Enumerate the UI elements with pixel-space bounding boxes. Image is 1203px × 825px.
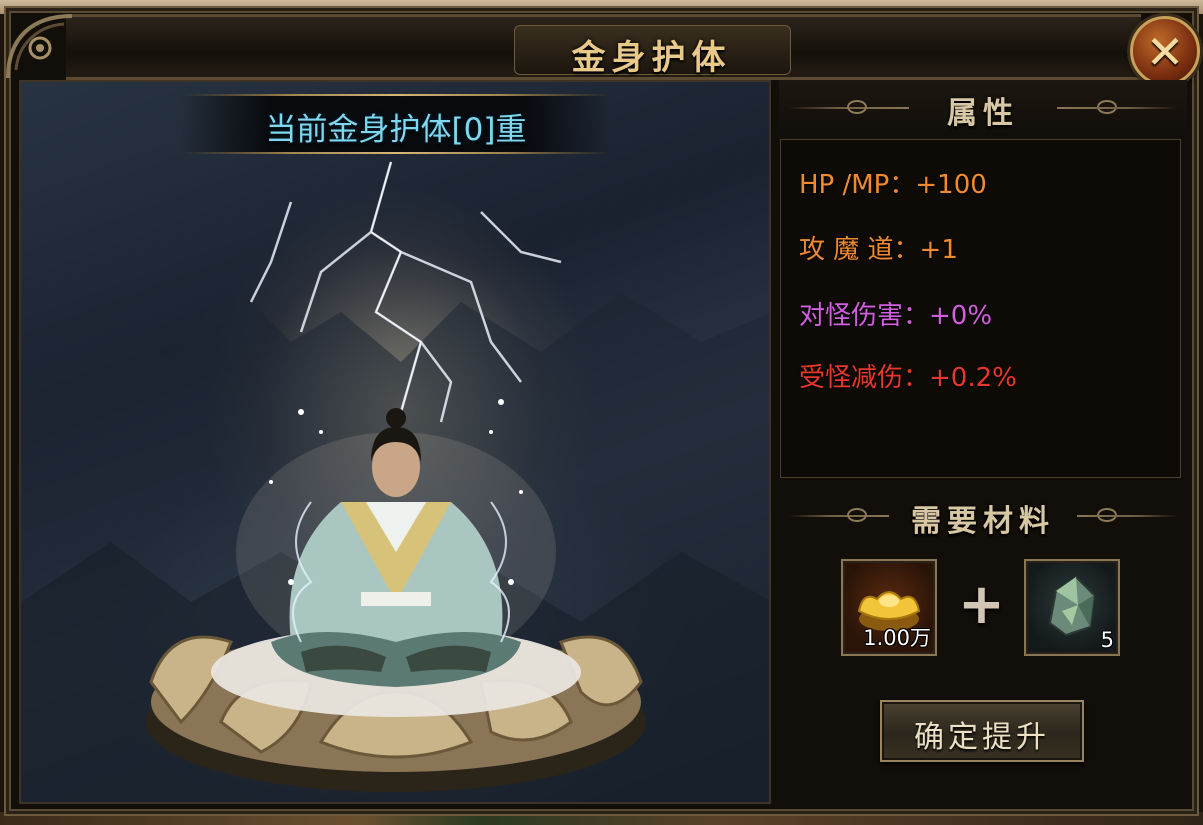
close-button[interactable]: ✕ [1130, 16, 1200, 86]
attributes-title: 属性 [947, 96, 1019, 131]
materials-header: 需要材料 [779, 488, 1187, 544]
character-scene-illustration [21, 161, 769, 802]
window-title: 金身护体 [571, 38, 732, 78]
attribute-list: HP /MP：+100 攻 魔 道：+1 对怪伤害：+0% 受怪减伤：+0.2% [780, 139, 1181, 478]
attributes-header: 属性 [779, 80, 1187, 136]
plus-icon: + [958, 572, 1005, 637]
level-banner: 当前金身护体[0]重 [181, 94, 611, 154]
title-bar: 金身护体 [66, 14, 1141, 80]
attr-damage-reduction: 受怪减伤：+0.2% [799, 363, 1017, 393]
meditation-scene: 当前金身护体[0]重 [19, 80, 771, 804]
current-level-text: 当前金身护体[0]重 [265, 112, 527, 148]
materials-right-line [1077, 515, 1177, 517]
attr-attack: 攻 魔 道：+1 [799, 235, 958, 265]
stone-count: 5 [1100, 628, 1114, 652]
header-right-line [1057, 107, 1177, 109]
close-x-icon: ✕ [1145, 25, 1185, 79]
materials-title: 需要材料 [911, 504, 1055, 539]
corner-ornament-icon [6, 14, 73, 79]
banner-top-line [181, 94, 611, 96]
confirm-upgrade-label: 确定提升 [914, 720, 1050, 755]
confirm-upgrade-button[interactable]: 确定提升 [880, 700, 1084, 762]
attr-monster-damage: 对怪伤害：+0% [799, 301, 993, 331]
material-slot-stone[interactable]: 5 [1024, 559, 1120, 656]
attr-hp-mp: HP /MP：+100 [799, 170, 987, 200]
material-slot-gold[interactable]: 1.00万 [841, 559, 937, 656]
banner-bottom-line [181, 152, 611, 154]
gold-count: 1.00万 [863, 626, 931, 650]
